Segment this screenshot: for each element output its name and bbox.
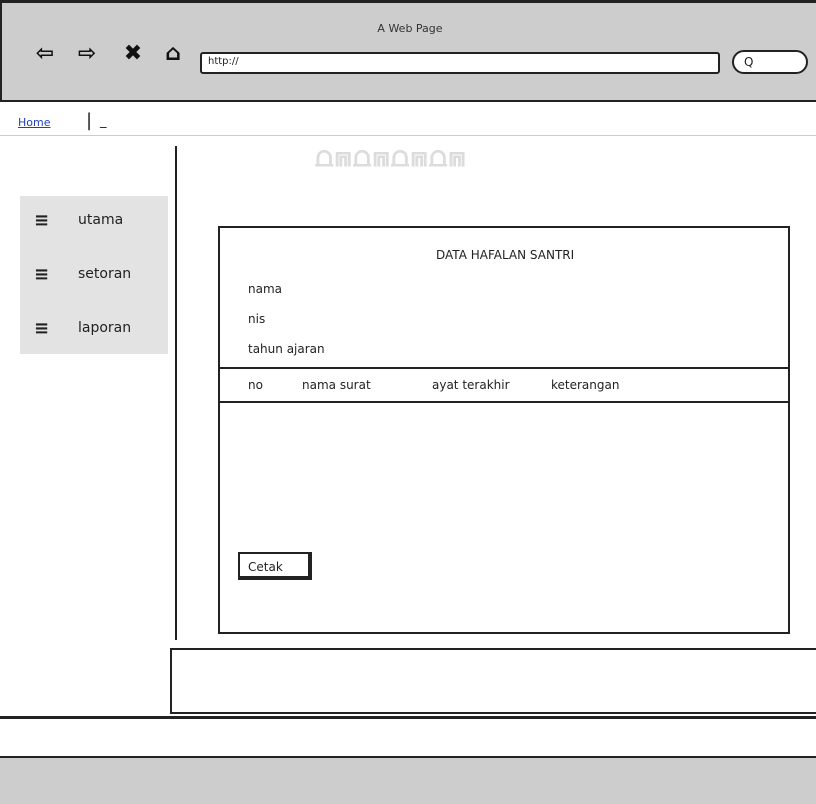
close-icon[interactable]: ✖ (118, 38, 148, 68)
window-title: A Web Page (377, 22, 443, 35)
sidebar-item-laporan[interactable]: ≡ laporan (20, 314, 168, 348)
breadcrumb-home-link[interactable]: Home (18, 116, 50, 129)
table-header-top-border (220, 367, 790, 369)
sidebar-item-label: setoran (78, 266, 132, 282)
menu-icon: ≡ (34, 210, 50, 231)
field-nis: nis (248, 312, 266, 326)
breadcrumb-current: _ (100, 114, 107, 129)
back-arrow-icon[interactable]: ⇦ (30, 38, 60, 68)
search-button[interactable]: Q (732, 50, 808, 74)
sidebar: ≡ utama ≡ setoran ≡ laporan (20, 196, 168, 354)
footer-divider (0, 716, 816, 719)
print-button[interactable]: Cetak (238, 552, 312, 580)
column-header-ayat-terakhir: ayat terakhir (432, 378, 510, 392)
watermark-logo: ⩍⩎⩍⩎⩍⩎⩍⩎ (315, 140, 467, 173)
status-bar (0, 756, 816, 804)
column-header-no: no (248, 378, 263, 392)
table-header-bottom-border (220, 401, 790, 403)
breadcrumb-separator: | (86, 110, 93, 131)
field-nama: nama (248, 282, 283, 296)
forward-arrow-icon[interactable]: ⇨ (72, 38, 102, 68)
footer-panel (170, 648, 816, 714)
menu-icon: ≡ (34, 318, 50, 339)
column-header-keterangan: keterangan (551, 378, 620, 392)
search-icon: Q (744, 55, 754, 69)
sidebar-item-setoran[interactable]: ≡ setoran (20, 260, 168, 294)
sidebar-item-label: utama (78, 212, 124, 228)
column-header-nama-surat: nama surat (302, 378, 371, 392)
home-icon[interactable]: ⌂ (158, 38, 188, 68)
sidebar-item-utama[interactable]: ≡ utama (20, 206, 168, 240)
card-title: DATA HAFALAN SANTRI (436, 248, 575, 262)
sidebar-item-label: laporan (78, 320, 132, 336)
field-tahun-ajaran: tahun ajaran (248, 342, 325, 356)
menu-icon: ≡ (34, 264, 50, 285)
address-bar[interactable]: http:// (200, 52, 720, 74)
content-divider (175, 146, 177, 640)
